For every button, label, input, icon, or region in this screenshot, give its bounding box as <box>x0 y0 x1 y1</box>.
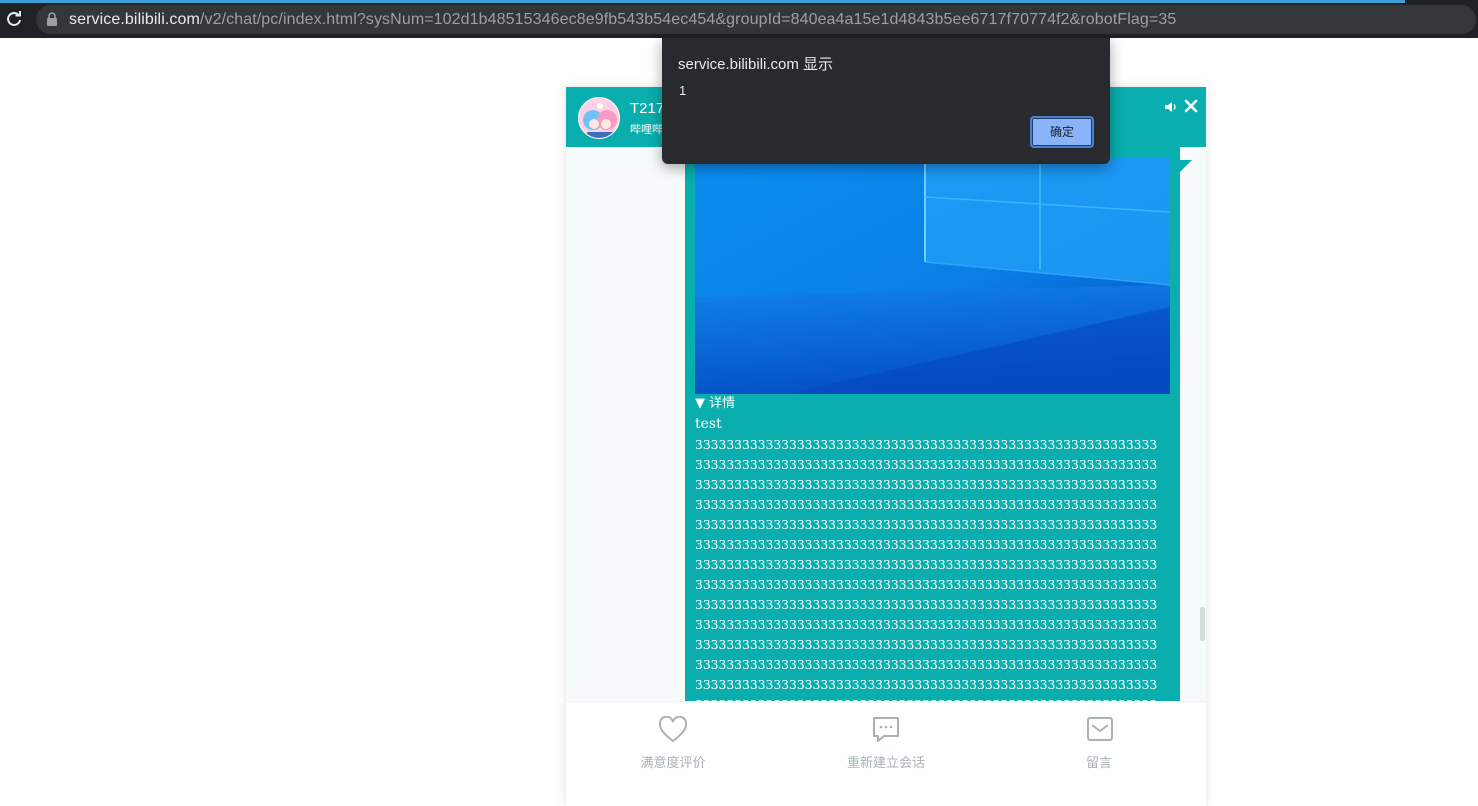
browser-toolbar: service.bilibili.com/v2/chat/pc/index.ht… <box>0 0 1478 38</box>
alert-title: service.bilibili.com 显示 <box>678 56 834 73</box>
message-line: 3333333333333333333333333333333333333333… <box>695 677 1158 692</box>
agent-subtitle: 哔哩哔 <box>630 123 663 136</box>
rating-button[interactable]: 满意度评价 <box>603 702 743 782</box>
message-list[interactable]: ▼ 详情 test 333333333333333333333333333333… <box>566 147 1206 701</box>
agent-name: T217 <box>630 100 665 117</box>
message-line: 3333333333333333333333333333333333333333… <box>695 557 1158 572</box>
tab-accent-line <box>0 0 1405 3</box>
agent-message-bubble: ▼ 详情 test 333333333333333333333333333333… <box>685 147 1180 701</box>
lock-icon[interactable] <box>46 12 58 26</box>
scrollbar-thumb[interactable] <box>1200 607 1205 641</box>
new-session-button[interactable]: 重新建立会话 <box>816 702 956 782</box>
leave-message-button[interactable]: 留言 <box>1029 702 1169 782</box>
url-text: service.bilibili.com/v2/chat/pc/index.ht… <box>69 11 1176 29</box>
address-bar[interactable]: service.bilibili.com/v2/chat/pc/index.ht… <box>36 5 1476 34</box>
message-line: 3333333333333333333333333333333333333333… <box>695 517 1158 532</box>
alert-dialog: service.bilibili.com 显示 1 确定 <box>662 38 1110 164</box>
avatar-illustration <box>579 98 619 138</box>
alert-message: 1 <box>679 83 687 98</box>
message-title: test <box>695 416 722 432</box>
message-line: 3333333333333333333333333333333333333333… <box>695 457 1158 472</box>
chat-footer: 满意度评价 重新建立会话 留言 <box>566 701 1206 806</box>
windows-wallpaper-image <box>695 157 1170 394</box>
chat-bubble-icon <box>873 717 899 742</box>
alert-ok-button[interactable]: 确定 <box>1030 116 1094 148</box>
leave-message-label: 留言 <box>1085 756 1112 771</box>
url-path: /v2/chat/pc/index.html?sysNum=102d1b4851… <box>199 11 1177 28</box>
message-line: 3333333333333333333333333333333333333333… <box>695 617 1158 632</box>
bubble-tail <box>1180 160 1192 172</box>
message-line: 3333333333333333333333333333333333333333… <box>695 637 1158 652</box>
message-line: 3333333333333333333333333333333333333333… <box>695 657 1158 672</box>
reload-icon[interactable] <box>4 9 24 29</box>
close-icon[interactable] <box>1184 99 1198 113</box>
message-line: 3333333333333333333333333333333333333333… <box>695 437 1158 452</box>
message-line: 3333333333333333333333333333333333333333… <box>695 537 1158 552</box>
message-line: 3333333333333333333333333333333333333333… <box>695 497 1158 512</box>
details-toggle[interactable]: ▼ 详情 <box>695 395 735 413</box>
new-session-label: 重新建立会话 <box>846 756 925 771</box>
url-host: service.bilibili.com <box>69 11 200 28</box>
message-line: 3333333333333333333333333333333333333333… <box>695 597 1158 612</box>
chat-window: T217 哔哩哔 ▼ 详情 test 333333333333333333333… <box>566 87 1206 806</box>
message-line: 3333333333333333333333333333333333333333… <box>695 477 1158 492</box>
heart-icon <box>658 716 688 743</box>
message-line: 3333333333333333333333333333333333333333… <box>695 577 1158 592</box>
sound-icon[interactable] <box>1164 101 1178 113</box>
envelope-icon <box>1087 717 1113 741</box>
agent-avatar <box>578 97 620 139</box>
message-text: 3333333333333333333333333333333333333333… <box>695 435 1165 701</box>
rating-label: 满意度评价 <box>640 756 706 771</box>
message-image[interactable] <box>695 157 1170 394</box>
